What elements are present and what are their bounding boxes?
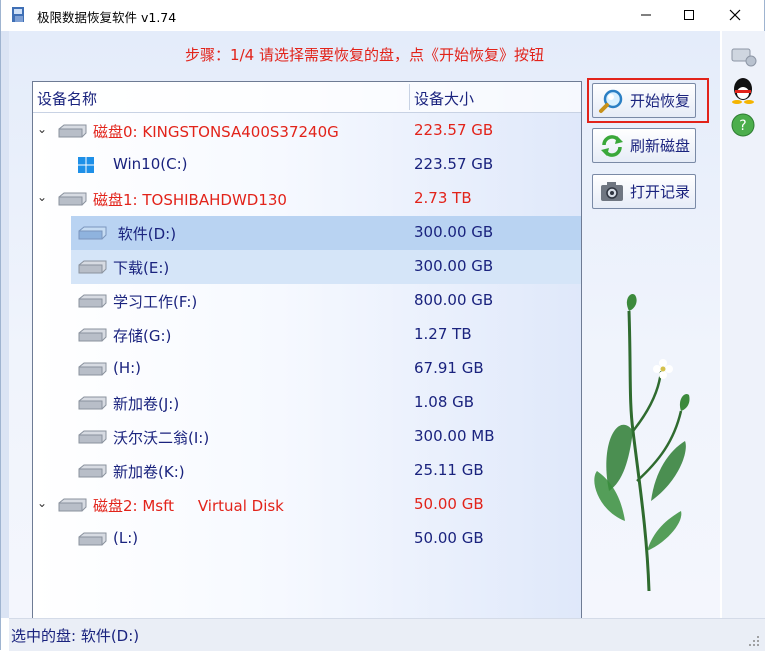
resize-grip-icon[interactable] bbox=[748, 635, 760, 647]
drive-icon bbox=[78, 532, 107, 546]
close-button[interactable] bbox=[712, 0, 758, 30]
refresh-icon bbox=[601, 134, 623, 157]
partition-label: (L:) bbox=[113, 529, 139, 547]
list-header: 设备名称 设备大小 bbox=[33, 82, 581, 113]
drive-icon bbox=[78, 328, 107, 342]
collapse-chevron-icon[interactable]: ⌄ bbox=[37, 122, 47, 136]
disk-row[interactable]: ⌄ 磁盘0: KINGSTONSA400S37240G 223.57 GB bbox=[33, 114, 581, 148]
magnifier-search-icon bbox=[599, 89, 623, 113]
start-recovery-button[interactable]: 开始恢复 bbox=[592, 83, 696, 118]
partition-size: 25.11 GB bbox=[414, 461, 484, 479]
partition-label: 学习工作(F:) bbox=[113, 293, 198, 311]
selected-disk-status: 选中的盘: 软件(D:) bbox=[11, 627, 140, 645]
partition-size: 67.91 GB bbox=[414, 359, 484, 377]
status-bar: 选中的盘: 软件(D:) bbox=[9, 618, 765, 651]
app-icon bbox=[12, 7, 24, 22]
partition-row[interactable]: (L:) 50.00 GB bbox=[33, 522, 581, 556]
header-device-size[interactable]: 设备大小 bbox=[414, 88, 474, 109]
flower-illustration bbox=[594, 293, 690, 591]
drive-icon bbox=[78, 260, 107, 274]
svg-text:?: ? bbox=[739, 118, 746, 134]
minimize-button[interactable] bbox=[623, 0, 669, 30]
collapse-chevron-icon[interactable]: ⌄ bbox=[37, 190, 47, 204]
drive-icon bbox=[78, 430, 107, 444]
partition-size: 1.08 GB bbox=[414, 393, 475, 411]
partition-row[interactable]: 存储(G:) 1.27 TB bbox=[33, 318, 581, 352]
partition-label: 新加卷(J:) bbox=[113, 395, 180, 413]
partition-row[interactable]: 学习工作(F:) 800.00 GB bbox=[33, 284, 581, 318]
partition-row[interactable]: Win10(C:) 223.57 GB bbox=[33, 148, 581, 182]
partition-label: 下载(E:) bbox=[113, 259, 170, 277]
camera-record-icon bbox=[601, 181, 623, 201]
network-icon[interactable] bbox=[728, 43, 758, 69]
partition-size: 50.00 GB bbox=[414, 529, 484, 547]
window-title: 极限数据恢复软件 v1.74 bbox=[37, 10, 177, 25]
partition-size: 1.27 TB bbox=[414, 325, 472, 343]
partition-label: 软件(D:) bbox=[113, 225, 177, 243]
partition-label: 新加卷(K:) bbox=[113, 463, 185, 481]
qq-icon[interactable] bbox=[728, 75, 758, 105]
title-bar[interactable]: 极限数据恢复软件 v1.74 bbox=[1, 0, 764, 30]
maximize-icon bbox=[684, 10, 694, 20]
refresh-disks-label: 刷新磁盘 bbox=[630, 137, 691, 155]
disk-size: 50.00 GB bbox=[414, 495, 484, 513]
help-icon[interactable]: ? bbox=[729, 111, 757, 139]
partition-row-selected[interactable]: 软件(D:) 300.00 GB bbox=[71, 216, 581, 250]
close-icon bbox=[729, 9, 741, 21]
left-edge-panel bbox=[1, 31, 9, 618]
windows-icon bbox=[78, 157, 94, 173]
minimize-icon bbox=[641, 14, 651, 16]
partition-label: Win10(C:) bbox=[113, 155, 188, 173]
maximize-button[interactable] bbox=[666, 0, 712, 30]
header-device-name[interactable]: 设备名称 bbox=[37, 88, 97, 109]
hard-disk-icon bbox=[58, 124, 87, 138]
drive-icon bbox=[78, 226, 107, 240]
device-list[interactable]: 设备名称 设备大小 ⌄ 磁盘0: KINGSTONSA400S37240G 22… bbox=[32, 81, 582, 621]
partition-row[interactable]: 下载(E:) 300.00 GB bbox=[71, 250, 581, 284]
open-records-label: 打开记录 bbox=[630, 183, 691, 201]
partition-size: 223.57 GB bbox=[414, 155, 494, 173]
main-panel: 步骤：1/4 请选择需要恢复的盘，点《开始恢复》按钮 设备名称 设备大小 ⌄ 磁… bbox=[9, 31, 720, 621]
open-records-button[interactable]: 打开记录 bbox=[592, 174, 696, 209]
partition-size: 300.00 MB bbox=[414, 427, 495, 445]
partition-label: 沃尔沃二翁(I:) bbox=[113, 429, 210, 447]
partition-size: 800.00 GB bbox=[414, 291, 494, 309]
header-divider[interactable] bbox=[409, 84, 410, 110]
app-window: 极限数据恢复软件 v1.74 步骤：1/4 请选择需要恢复的盘，点《开始恢复》按… bbox=[0, 0, 765, 651]
partition-row[interactable]: 新加卷(J:) 1.08 GB bbox=[33, 386, 581, 420]
disk-size: 223.57 GB bbox=[414, 121, 494, 139]
disk-label: 磁盘1: TOSHIBAHDWD130 bbox=[93, 191, 287, 209]
drive-icon bbox=[78, 294, 107, 308]
drive-icon bbox=[78, 362, 107, 376]
partition-size: 300.00 GB bbox=[414, 257, 494, 275]
partition-size: 300.00 GB bbox=[414, 223, 494, 241]
partition-label: 存储(G:) bbox=[113, 327, 172, 345]
disk-row[interactable]: ⌄ 磁盘2: Msft Virtual Disk 50.00 GB bbox=[33, 488, 581, 522]
hard-disk-icon bbox=[58, 192, 87, 206]
drive-icon bbox=[78, 396, 107, 410]
refresh-disks-button[interactable]: 刷新磁盘 bbox=[592, 128, 696, 163]
disk-label: 磁盘0: KINGSTONSA400S37240G bbox=[93, 123, 339, 141]
right-toolbar: ? bbox=[722, 31, 765, 618]
disk-label: 磁盘2: Msft Virtual Disk bbox=[93, 497, 284, 515]
hard-disk-icon bbox=[58, 498, 87, 512]
partition-label: (H:) bbox=[113, 359, 142, 377]
partition-row[interactable]: (H:) 67.91 GB bbox=[33, 352, 581, 386]
disk-row[interactable]: ⌄ 磁盘1: TOSHIBAHDWD130 2.73 TB bbox=[33, 182, 581, 216]
collapse-chevron-icon[interactable]: ⌄ bbox=[37, 496, 47, 510]
partition-row[interactable]: 新加卷(K:) 25.11 GB bbox=[33, 454, 581, 488]
disk-size: 2.73 TB bbox=[414, 189, 472, 207]
start-recovery-label: 开始恢复 bbox=[630, 92, 691, 110]
drive-icon bbox=[78, 464, 107, 478]
partition-row[interactable]: 沃尔沃二翁(I:) 300.00 MB bbox=[33, 420, 581, 454]
step-instruction: 步骤：1/4 请选择需要恢复的盘，点《开始恢复》按钮 bbox=[185, 46, 544, 64]
